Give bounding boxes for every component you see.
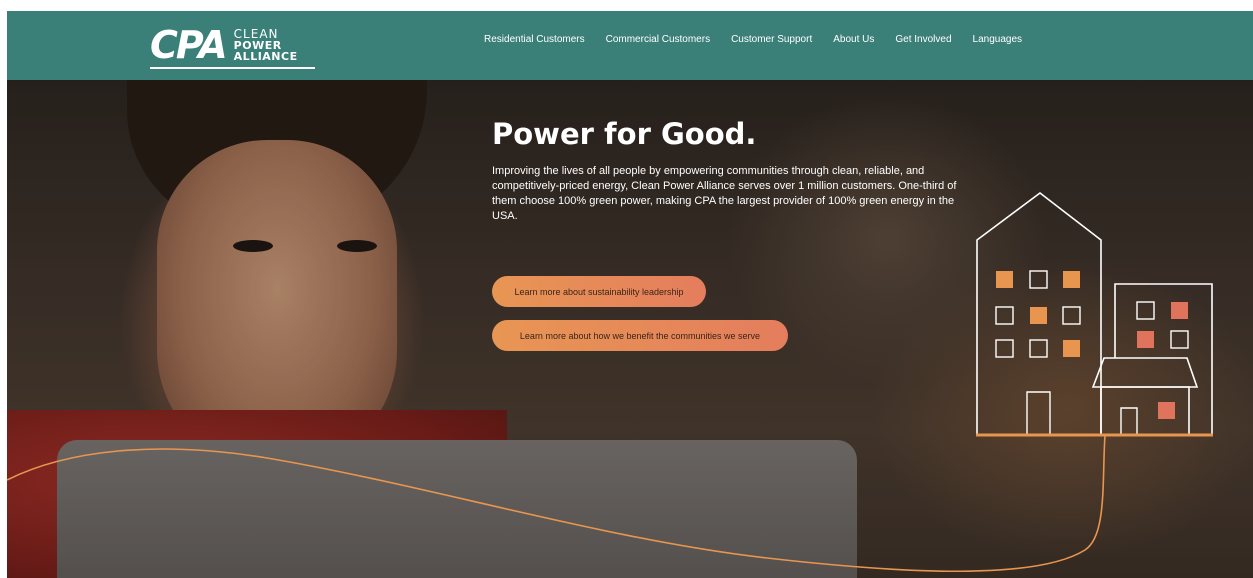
nav-about-us[interactable]: About Us: [833, 34, 874, 45]
hero-description: Improving the lives of all people by emp…: [492, 165, 957, 222]
community-benefits-button[interactable]: Learn more about how we benefit the comm…: [492, 320, 788, 351]
hero-content: Power for Good. Improving the lives of a…: [492, 116, 962, 351]
logo-line-alliance: ALLIANCE: [233, 49, 298, 63]
nav-commercial-customers[interactable]: Commercial Customers: [606, 34, 710, 45]
hero-section: Power for Good. Improving the lives of a…: [7, 80, 1253, 578]
nav-residential-customers[interactable]: Residential Customers: [484, 34, 585, 45]
logo-underline: [150, 67, 315, 69]
logo-wordmark: CLEAN POWER ALLIANCE: [233, 26, 298, 63]
sustainability-leadership-button[interactable]: Learn more about sustainability leadersh…: [492, 276, 706, 307]
nav-customer-support[interactable]: Customer Support: [731, 34, 812, 45]
main-nav: Residential Customers Commercial Custome…: [484, 34, 1022, 45]
logo-mark: CPA: [150, 23, 228, 67]
cpa-logo[interactable]: CPA CLEAN POWER ALLIANCE: [150, 19, 320, 71]
page: CPA CLEAN POWER ALLIANCE Residential Cus…: [7, 11, 1253, 578]
logo-line-power: POWER: [233, 38, 282, 52]
site-header: CPA CLEAN POWER ALLIANCE Residential Cus…: [7, 11, 1253, 80]
hero-title: Power for Good.: [492, 117, 757, 151]
logo-line-clean: CLEAN: [233, 26, 279, 41]
nav-get-involved[interactable]: Get Involved: [895, 34, 951, 45]
nav-languages[interactable]: Languages: [973, 34, 1023, 45]
